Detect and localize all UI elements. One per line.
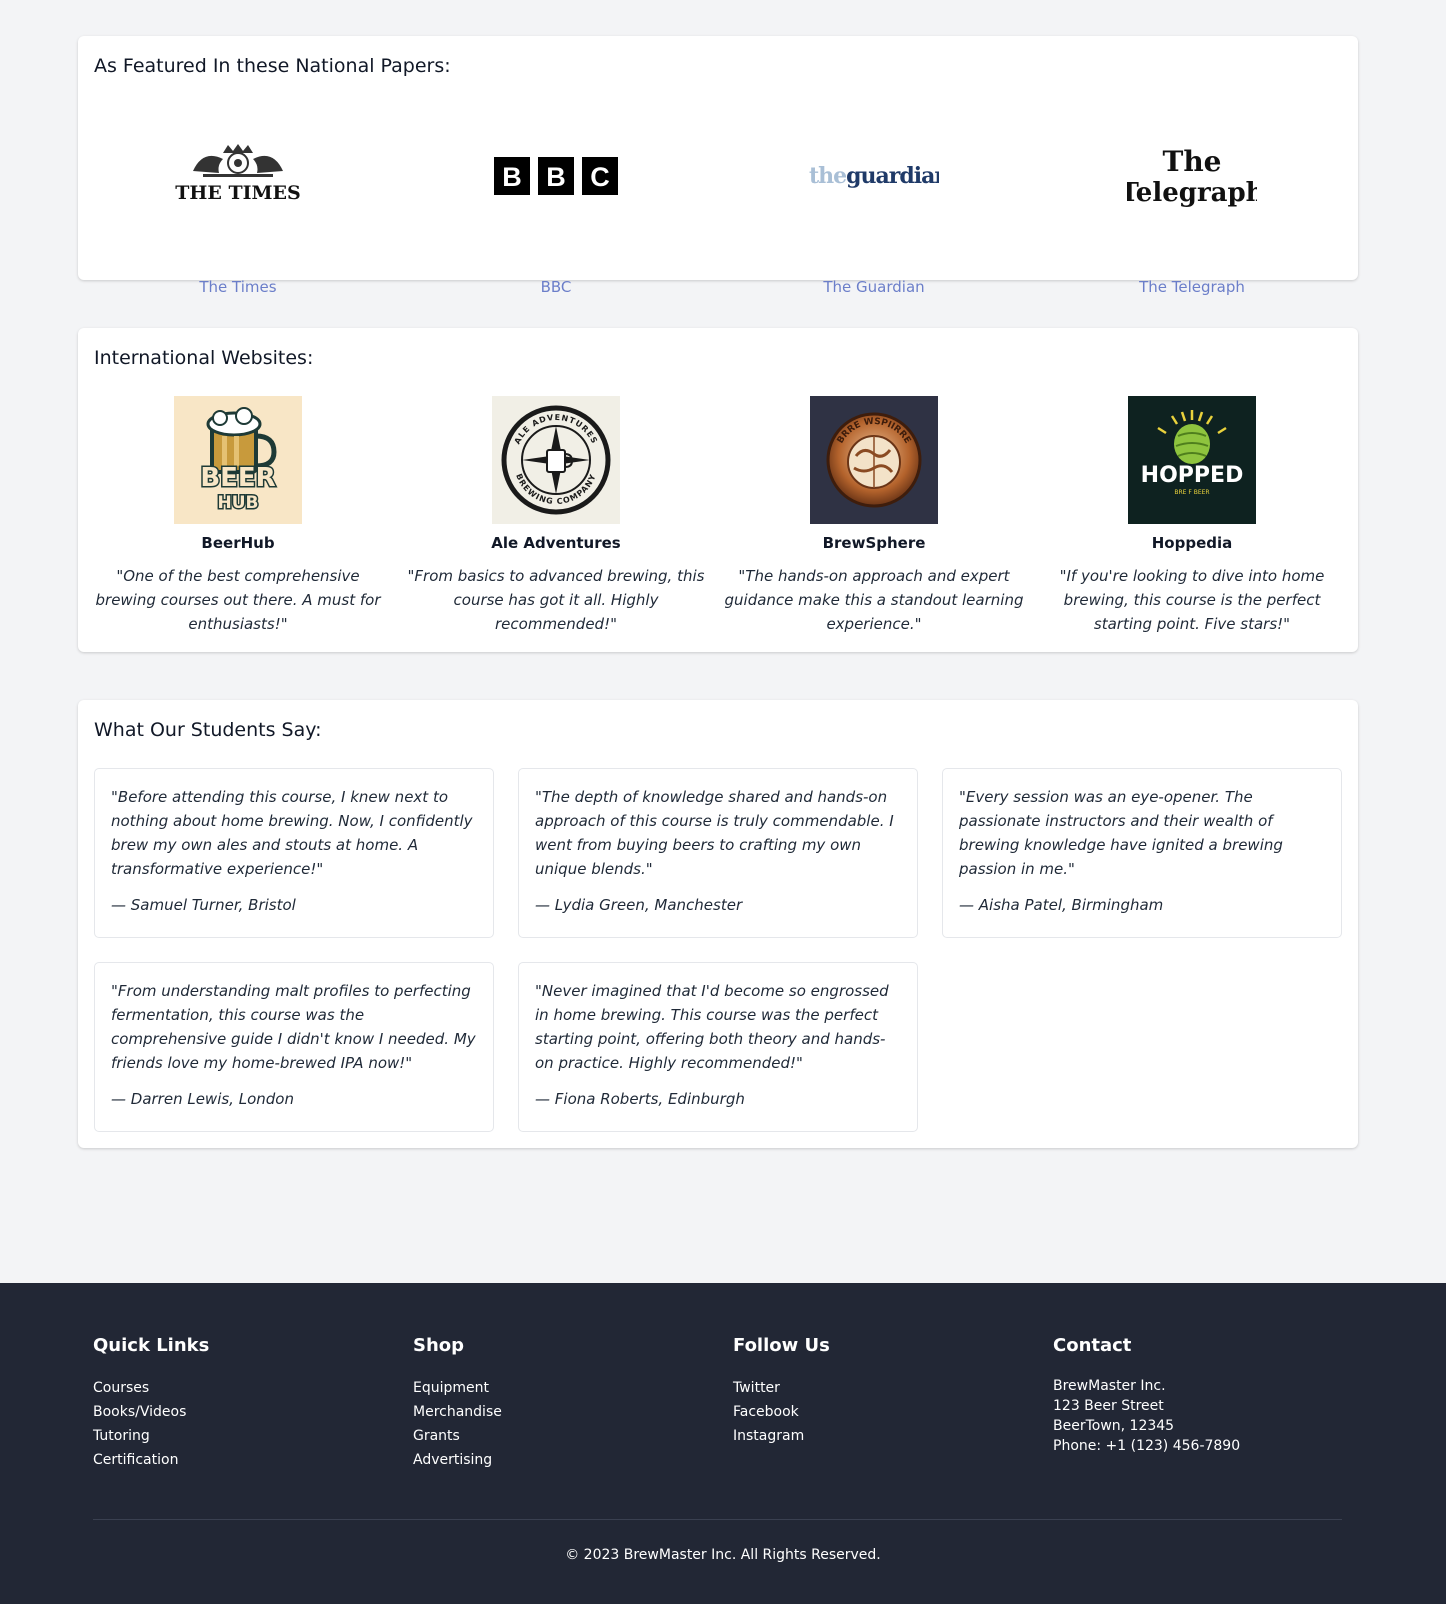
testimonial-quote: "The depth of knowledge shared and hands… <box>535 788 894 878</box>
footer-shop: Shop Equipment Merchandise Grants Advert… <box>413 1335 713 1472</box>
footer-follow-us: Follow Us Twitter Facebook Instagram <box>733 1335 1033 1448</box>
paper-name[interactable]: The Guardian <box>714 278 1034 296</box>
footer-contact: Contact BrewMaster Inc. 123 Beer Street … <box>1053 1335 1353 1456</box>
student-testimonials-section: What Our Students Say: "Before attending… <box>78 700 1358 1148</box>
testimonial-author: — Lydia Green, Manchester <box>535 896 743 914</box>
guardian-logo-main: guardian <box>846 163 939 189</box>
site-name: Hoppedia <box>1151 534 1233 552</box>
site-name: BeerHub <box>201 534 275 552</box>
footer-link-instagram[interactable]: Instagram <box>733 1424 1033 1448</box>
testimonial-author: — Fiona Roberts, Edinburgh <box>535 1090 745 1108</box>
footer-divider <box>93 1519 1342 1520</box>
beerhub-logo: BEER HUB <box>174 396 302 524</box>
paper-the-telegraph[interactable]: The Telegraph The Telegraph <box>1032 126 1352 296</box>
paper-the-times[interactable]: THE TIMES The Times <box>78 126 398 296</box>
beerhub-logo-text: BEER <box>200 463 275 493</box>
footer-link-twitter[interactable]: Twitter <box>733 1376 1033 1400</box>
testimonial-quote: "Never imagined that I'd become so engro… <box>535 982 889 1072</box>
telegraph-logo: The Telegraph <box>1032 126 1352 226</box>
testimonial-quote: "Every session was an eye-opener. The pa… <box>959 788 1283 878</box>
bbc-logo: B B C <box>396 126 716 226</box>
footer-link-facebook[interactable]: Facebook <box>733 1400 1033 1424</box>
hoppedia-logo: HOPPED BRE F BEER <box>1128 396 1256 524</box>
contact-street: 123 Beer Street <box>1053 1398 1164 1414</box>
student-testimonials-title: What Our Students Say: <box>94 719 322 741</box>
bbc-logo-letter: C <box>590 162 610 192</box>
paper-name[interactable]: BBC <box>396 278 716 296</box>
footer-heading: Quick Links <box>93 1335 210 1356</box>
testimonial-quote: "From understanding malt profiles to per… <box>111 982 476 1072</box>
contact-company: BrewMaster Inc. <box>1053 1378 1166 1394</box>
featured-papers-section: As Featured In these National Papers: TH… <box>78 36 1358 296</box>
contact-phone: Phone: +1 (123) 456-7890 <box>1053 1438 1241 1454</box>
footer-link-courses[interactable]: Courses <box>93 1376 393 1400</box>
beerhub-logo-subtext: HUB <box>218 493 259 513</box>
paper-bbc[interactable]: B B C BBC <box>396 126 716 296</box>
site-name: Ale Adventures <box>491 534 621 552</box>
footer-link-certification[interactable]: Certification <box>93 1448 393 1472</box>
testimonial-author: — Darren Lewis, London <box>111 1090 294 1108</box>
ale-adventures-logo: ALE ADVENTURES BREWING COMPANY <box>492 396 620 524</box>
paper-the-guardian[interactable]: theguardian The Guardian <box>714 126 1034 296</box>
testimonial-author: — Samuel Turner, Bristol <box>111 896 296 914</box>
testimonial-author: — Aisha Patel, Birmingham <box>959 896 1164 914</box>
brewsphere-logo: BRRE WSPIIRRE <box>810 396 938 524</box>
site-hoppedia[interactable]: HOPPED BRE F BEER Hoppedia "If you're lo… <box>1033 396 1351 636</box>
testimonial-card: "Never imagined that I'd become so engro… <box>518 962 918 1132</box>
times-logo: THE TIMES <box>78 126 398 226</box>
bbc-logo-letter: B <box>546 162 566 192</box>
footer-link-books-videos[interactable]: Books/Videos <box>93 1400 393 1424</box>
hoppedia-logo-text: HOPPED <box>1141 463 1244 488</box>
site-quote: "From basics to advanced brewing, this c… <box>407 567 705 633</box>
site-quote: "If you're looking to dive into home bre… <box>1059 567 1325 633</box>
times-logo-text: THE TIMES <box>175 182 300 204</box>
footer-heading: Follow Us <box>733 1335 830 1356</box>
paper-name[interactable]: The Times <box>78 278 398 296</box>
site-brewsphere[interactable]: BRRE WSPIIRRE BrewSphere "The hands-on a… <box>715 396 1033 636</box>
hoppedia-logo-subtext: BRE F BEER <box>1174 489 1209 496</box>
site-beerhub[interactable]: BEER HUB BeerHub "One of the best compre… <box>79 396 397 636</box>
footer-link-equipment[interactable]: Equipment <box>413 1376 713 1400</box>
international-websites-section: International Websites: BEER HUB BeerHub… <box>78 328 1358 652</box>
testimonial-card: "Before attending this course, I knew ne… <box>94 768 494 938</box>
testimonial-quote: "Before attending this course, I knew ne… <box>111 788 473 878</box>
site-ale-adventures[interactable]: ALE ADVENTURES BREWING COMPANY Ale Adven… <box>397 396 715 636</box>
footer-link-advertising[interactable]: Advertising <box>413 1448 713 1472</box>
paper-name[interactable]: The Telegraph <box>1032 278 1352 296</box>
telegraph-logo-line1: The <box>1162 145 1221 178</box>
telegraph-logo-line2: Telegraph <box>1127 178 1257 208</box>
featured-papers-title: As Featured In these National Papers: <box>94 55 451 77</box>
footer-link-grants[interactable]: Grants <box>413 1424 713 1448</box>
footer-link-tutoring[interactable]: Tutoring <box>93 1424 393 1448</box>
footer-link-merchandise[interactable]: Merchandise <box>413 1400 713 1424</box>
contact-city: BeerTown, 12345 <box>1053 1418 1175 1434</box>
international-websites-title: International Websites: <box>94 347 314 369</box>
footer-heading: Shop <box>413 1335 465 1356</box>
guardian-logo: theguardian <box>714 126 1034 226</box>
footer-copyright: © 2023 BrewMaster Inc. All Rights Reserv… <box>565 1547 881 1563</box>
bbc-logo-letter: B <box>502 162 522 192</box>
site-quote: "The hands-on approach and expert guidan… <box>724 567 1024 633</box>
site-quote: "One of the best comprehensive brewing c… <box>95 567 381 633</box>
svg-text:theguardian: theguardian <box>809 163 939 189</box>
testimonial-card: "The depth of knowledge shared and hands… <box>518 768 918 938</box>
testimonial-card: "From understanding malt profiles to per… <box>94 962 494 1132</box>
testimonial-card: "Every session was an eye-opener. The pa… <box>942 768 1342 938</box>
site-footer: Quick Links Courses Books/Videos Tutorin… <box>0 1283 1446 1604</box>
guardian-logo-prefix: the <box>809 163 846 189</box>
footer-quick-links: Quick Links Courses Books/Videos Tutorin… <box>93 1335 393 1472</box>
site-name: BrewSphere <box>822 534 926 552</box>
footer-heading: Contact <box>1053 1335 1132 1356</box>
